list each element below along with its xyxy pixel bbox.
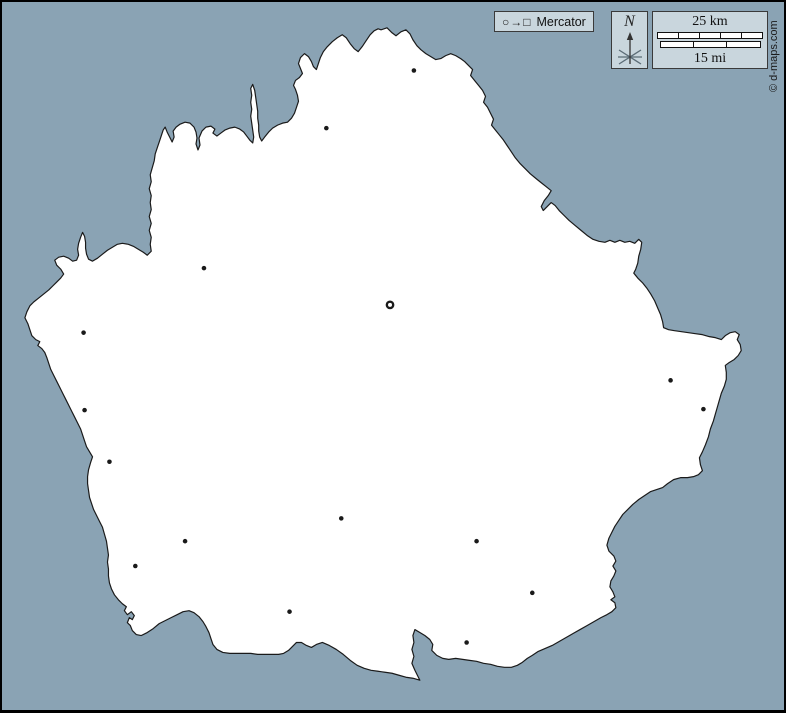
map-image: ○→□ Mercator N 25 km 15 mi © d-maps.com	[0, 0, 786, 713]
town-marker	[324, 126, 329, 131]
projection-icon: ○→□	[502, 15, 532, 29]
town-marker	[81, 330, 86, 335]
town-marker	[701, 407, 706, 412]
scale-bar-segment	[741, 33, 762, 38]
north-panel: N	[611, 11, 648, 69]
scale-bar-segment	[678, 33, 699, 38]
projection-label: Mercator	[537, 15, 586, 29]
scale-mi-bar	[660, 41, 761, 48]
region-outline	[25, 28, 741, 680]
town-marker	[202, 266, 207, 271]
scale-mi-label: 15 mi	[694, 49, 726, 68]
compass-icon	[616, 30, 644, 67]
scale-panel: 25 km 15 mi	[652, 11, 768, 69]
town-marker	[530, 591, 535, 596]
scale-bar-segment	[720, 33, 741, 38]
town-marker	[287, 609, 292, 614]
town-marker	[183, 539, 188, 544]
projection-box: ○→□ Mercator	[494, 11, 594, 32]
town-marker	[668, 378, 673, 383]
map-svg	[2, 2, 784, 710]
scale-km-bar	[657, 32, 763, 39]
town-marker	[82, 408, 87, 413]
scale-bar-segment	[699, 33, 720, 38]
town-marker	[107, 459, 112, 464]
scale-bar-segment	[658, 33, 678, 38]
scale-bar-segment	[693, 42, 726, 47]
town-marker	[133, 564, 138, 569]
scale-bar-segment	[726, 42, 759, 47]
scale-km-label: 25 km	[692, 12, 727, 31]
attribution-text: © d-maps.com	[768, 20, 780, 92]
scale-bar-segment	[661, 42, 693, 47]
town-marker	[474, 539, 479, 544]
town-marker	[412, 68, 417, 73]
north-label: N	[624, 13, 635, 30]
town-marker	[339, 516, 344, 521]
town-marker	[464, 640, 469, 645]
